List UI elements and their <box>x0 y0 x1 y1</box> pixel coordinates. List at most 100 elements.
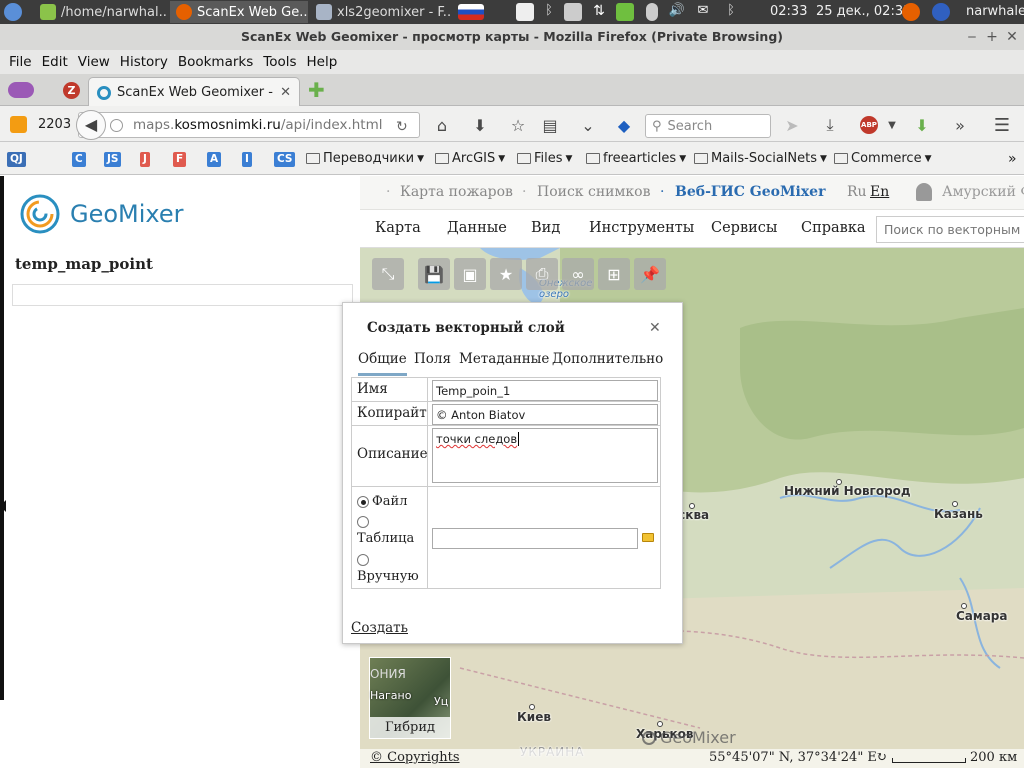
send-icon[interactable]: ➤ <box>782 115 802 135</box>
network-transfer-icon[interactable]: ⇅ <box>590 3 608 21</box>
new-tab-button[interactable]: ✚ <box>308 80 326 100</box>
link-button[interactable]: ∞ <box>562 258 594 290</box>
bookmark-cs[interactable]: CS <box>274 152 296 167</box>
download-icon[interactable]: ⬇ <box>470 115 490 135</box>
bookmark-folder-commerce[interactable]: Commerce ▼ <box>834 151 931 166</box>
mouse-icon[interactable] <box>646 3 658 21</box>
firefox-icon[interactable] <box>932 3 950 21</box>
tab-metadata[interactable]: Метаданные <box>459 351 549 373</box>
rss-count[interactable]: 2203 <box>38 117 71 132</box>
create-link[interactable]: Создать <box>351 620 408 636</box>
name-input[interactable]: Temp_poin_1 <box>432 380 658 401</box>
draw-polygon-button[interactable]: ▣ <box>454 258 486 290</box>
bluetooth-icon[interactable]: ᛒ <box>722 3 740 21</box>
extension-icon[interactable]: ◆ <box>614 115 634 135</box>
menu-help[interactable]: Help <box>302 54 343 70</box>
radio-table-button[interactable] <box>357 516 369 528</box>
volume-icon[interactable]: 🔊 <box>668 3 686 21</box>
menu-file[interactable]: File <box>4 54 37 70</box>
bookmark-j[interactable]: J <box>140 152 150 167</box>
radio-file-button[interactable] <box>357 495 369 508</box>
radio-manual-label[interactable]: Вручную <box>357 569 419 584</box>
file-path-input[interactable] <box>432 528 638 549</box>
russian-flag-icon[interactable] <box>458 4 484 20</box>
menu-bookmarks[interactable]: Bookmarks <box>173 54 258 70</box>
rss-icon[interactable] <box>10 116 27 133</box>
green-download-icon[interactable]: ⬇ <box>912 115 932 135</box>
minimize-button[interactable]: ‒ <box>962 24 982 50</box>
menu-map[interactable]: Карта <box>375 220 421 236</box>
date-time[interactable]: 25 дек., 02:33 <box>816 4 911 19</box>
menu-services[interactable]: Сервисы <box>711 220 777 236</box>
back-button[interactable]: ◀ <box>76 110 106 140</box>
bookmark-folder-mails[interactable]: Mails-SocialNets ▼ <box>694 151 827 166</box>
user-icon[interactable] <box>916 183 932 201</box>
link-fire-map[interactable]: Карта пожаров <box>400 184 513 200</box>
user-name[interactable]: narwhale <box>966 4 1024 19</box>
menu-tools[interactable]: Tools <box>258 54 301 70</box>
pin-button[interactable]: 📌 <box>634 258 666 290</box>
document-icon[interactable] <box>516 3 534 21</box>
description-textarea[interactable]: точки следов <box>432 428 658 483</box>
maximize-button[interactable]: + <box>982 24 1002 50</box>
taskbar-item-terminal[interactable]: /home/narwhal... <box>34 1 166 23</box>
copyright-input[interactable]: © Anton Biatov <box>432 404 658 425</box>
menu-help[interactable]: Справка <box>801 220 866 236</box>
mail-icon[interactable]: ✉ <box>694 3 712 21</box>
bookmarks-overflow-icon[interactable]: » <box>1008 151 1017 167</box>
bookmark-i[interactable]: I <box>242 152 252 167</box>
save-map-button[interactable]: 💾 <box>418 258 450 290</box>
tab-geomixer[interactable]: ScanEx Web Geomixer -... ✕ <box>88 77 300 107</box>
overflow-chevron-icon[interactable]: » <box>950 115 970 135</box>
layer-tree-input[interactable] <box>12 284 353 306</box>
radio-manual-button[interactable] <box>357 554 369 566</box>
basemap-switcher[interactable]: ОНИЯ Нагано Уц Гибрид <box>369 657 451 739</box>
user-name[interactable]: Амурский Ф <box>942 184 1024 200</box>
close-button[interactable]: ✕ <box>1002 24 1022 50</box>
bookmark-folder-freearticles[interactable]: freearticles ▼ <box>586 151 686 166</box>
link-web-gis[interactable]: Веб-ГИС GeoMixer <box>675 184 825 200</box>
coordinates[interactable]: 55°45'07" N, 37°34'24" E <box>709 750 877 765</box>
taskbar-item-folder[interactable]: xls2geomixer - F... <box>310 1 450 23</box>
menu-edit[interactable]: Edit <box>37 54 73 70</box>
search-box[interactable]: ⚲ Search <box>645 114 771 138</box>
tab-general[interactable]: Общие <box>358 351 407 376</box>
grid-button[interactable]: ⊞ <box>598 258 630 290</box>
copyrights-link[interactable]: © Copyrights <box>370 750 460 765</box>
chevron-down-icon[interactable]: ▼ <box>882 115 902 135</box>
bookmark-folder-translators[interactable]: Переводчики ▼ <box>306 151 424 166</box>
menu-history[interactable]: History <box>115 54 173 70</box>
menu-view[interactable]: View <box>73 54 115 70</box>
bookmark-folder-files[interactable]: Files ▼ <box>517 151 572 166</box>
pocket-icon[interactable]: ⌄ <box>578 115 598 135</box>
bookmark-star-icon[interactable]: ☆ <box>508 115 528 135</box>
reading-list-icon[interactable]: ▤ <box>540 115 560 135</box>
save-to-icon[interactable]: ⤓ <box>820 115 840 135</box>
panel-collapse-arrow-icon[interactable] <box>0 500 6 512</box>
adblock-icon[interactable]: ABP <box>860 116 878 134</box>
collapse-panel-button[interactable]: ⤡ <box>372 258 404 290</box>
lang-ru[interactable]: Ru <box>847 184 867 200</box>
tab-fields[interactable]: Поля <box>414 351 451 373</box>
taskbar-item-firefox[interactable]: ScanEx Web Ge... <box>170 1 308 23</box>
menu-data[interactable]: Данные <box>447 220 507 236</box>
close-tab-icon[interactable]: ✕ <box>280 85 291 100</box>
dropbox-icon[interactable] <box>564 3 582 21</box>
lang-en[interactable]: En <box>870 184 889 200</box>
menu-tools[interactable]: Инструменты <box>589 220 694 236</box>
bookmark-folder-arcgis[interactable]: ArcGIS ▼ <box>435 151 505 166</box>
reload-icon[interactable]: ↻ <box>396 119 408 135</box>
site-info-icon[interactable] <box>110 119 123 132</box>
bluetooth-icon[interactable]: ᛒ <box>540 3 558 21</box>
refresh-coords-icon[interactable]: ↻ <box>876 750 887 765</box>
url-bar[interactable]: maps. kosmosnimki.ru/api/index.html <box>78 112 420 138</box>
bookmark-qj[interactable]: QJ <box>7 152 26 167</box>
clock[interactable]: 02:33 <box>770 4 807 19</box>
menu-view[interactable]: Вид <box>531 220 560 236</box>
hamburger-menu-icon[interactable]: ☰ <box>992 115 1012 136</box>
tab-advanced[interactable]: Дополнительно <box>552 351 663 373</box>
print-button[interactable]: ⎙ <box>526 258 558 290</box>
bookmark-js[interactable]: JS <box>104 152 122 167</box>
radio-file[interactable]: Файл <box>357 494 407 509</box>
bookmark-a[interactable]: A <box>207 152 222 167</box>
